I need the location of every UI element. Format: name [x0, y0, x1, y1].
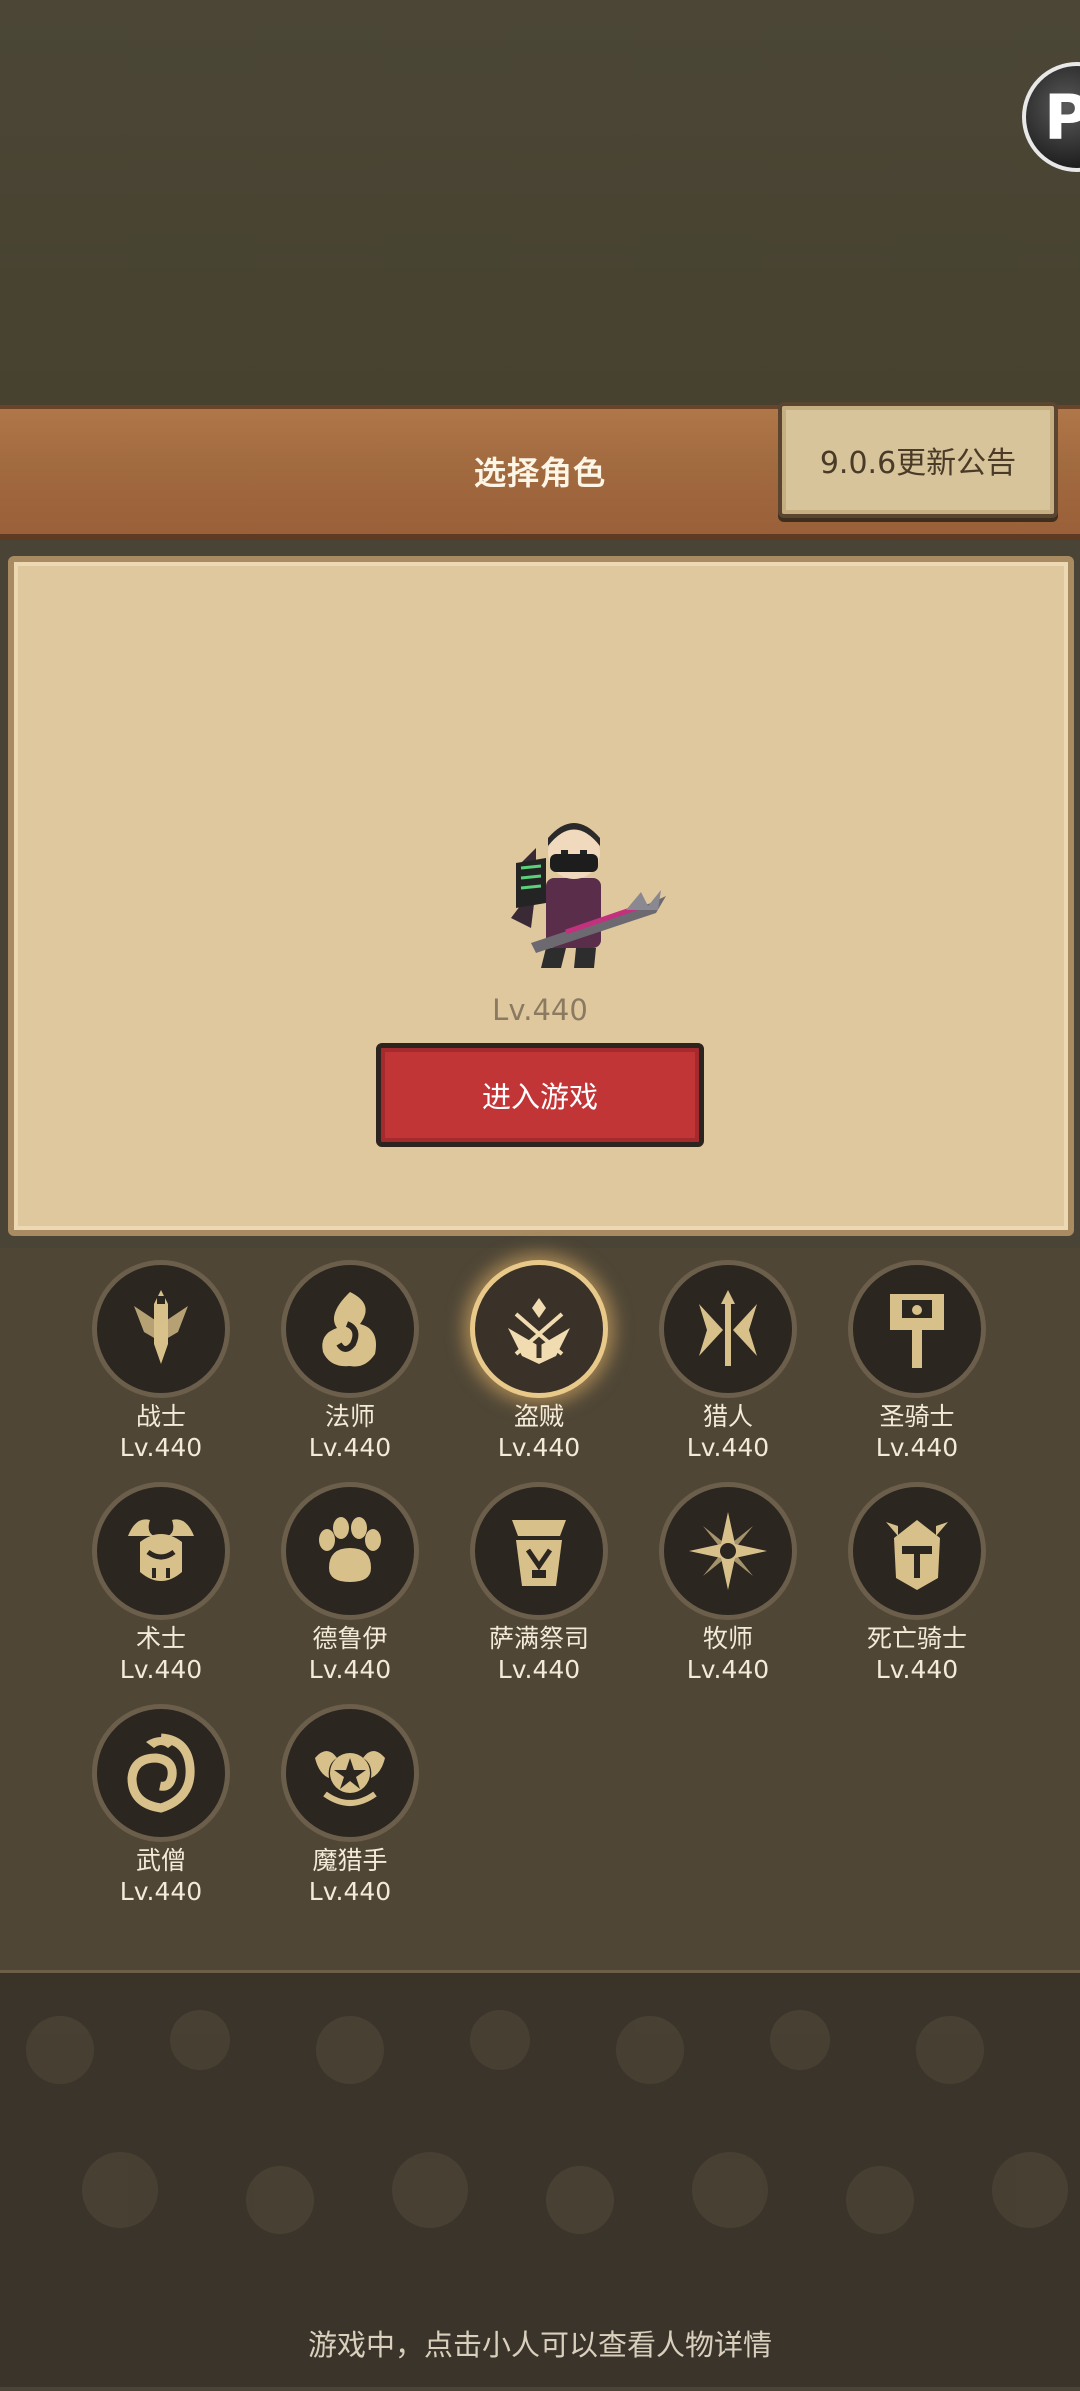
footer-hint: 游戏中，点击小人可以查看人物详情: [307, 2328, 772, 2362]
shaman-totem-icon: [470, 1482, 608, 1620]
top-backdrop: [0, 0, 1080, 405]
class-level: Lv.440: [119, 1655, 203, 1684]
update-notice-button[interactable]: 9.0.6更新公告: [778, 402, 1058, 518]
class-name: 法师: [324, 1402, 375, 1431]
class-death-knight[interactable]: 死亡骑士 Lv.440: [842, 1482, 992, 1686]
class-name: 德鲁伊: [312, 1624, 388, 1653]
class-warrior[interactable]: 战士 Lv.440: [86, 1260, 236, 1464]
class-name: 萨满祭司: [488, 1624, 589, 1653]
hunter-arrows-icon: [659, 1260, 797, 1398]
class-name: 魔猎手: [312, 1846, 388, 1875]
class-level: Lv.440: [119, 1877, 203, 1906]
hero-level: Lv.440: [492, 993, 588, 1027]
class-hunter[interactable]: 猎人 Lv.440: [653, 1260, 803, 1464]
priest-star-icon: [659, 1482, 797, 1620]
class-demon-hunter[interactable]: 魔猎手 Lv.440: [275, 1704, 425, 1908]
class-level: Lv.440: [686, 1655, 770, 1684]
class-level: Lv.440: [308, 1433, 392, 1462]
class-name: 盗贼: [513, 1402, 564, 1431]
class-level: Lv.440: [686, 1433, 770, 1462]
class-name: 武僧: [135, 1846, 186, 1875]
demonhunter-emblem-icon: [281, 1704, 419, 1842]
class-druid[interactable]: 德鲁伊 Lv.440: [275, 1482, 425, 1686]
warlock-skull-icon: [92, 1482, 230, 1620]
class-level: Lv.440: [308, 1877, 392, 1906]
class-level: Lv.440: [875, 1655, 959, 1684]
enter-game-button[interactable]: 进入游戏: [376, 1043, 704, 1147]
class-name: 牧师: [702, 1624, 753, 1653]
class-shaman[interactable]: 萨满祭司 Lv.440: [464, 1482, 614, 1686]
class-monk[interactable]: 武僧 Lv.440: [86, 1704, 236, 1908]
monk-swirl-icon: [92, 1704, 230, 1842]
mage-flame-icon: [281, 1260, 419, 1398]
hero-character[interactable]: [476, 808, 676, 978]
class-level: Lv.440: [497, 1655, 581, 1684]
class-level: Lv.440: [119, 1433, 203, 1462]
rogue-daggers-icon: [470, 1260, 608, 1398]
class-warlock[interactable]: 术士 Lv.440: [86, 1482, 236, 1686]
class-mage[interactable]: 法师 Lv.440: [275, 1260, 425, 1464]
warrior-sword-icon: [92, 1260, 230, 1398]
class-paladin[interactable]: 圣骑士 Lv.440: [842, 1260, 992, 1464]
class-rogue[interactable]: 盗贼 Lv.440: [464, 1260, 614, 1464]
class-name: 术士: [135, 1624, 186, 1653]
class-name: 战士: [135, 1402, 186, 1431]
class-level: Lv.440: [875, 1433, 959, 1462]
class-level: Lv.440: [308, 1655, 392, 1684]
class-priest[interactable]: 牧师 Lv.440: [653, 1482, 803, 1686]
paladin-hammer-icon: [848, 1260, 986, 1398]
class-name: 死亡骑士: [866, 1624, 967, 1653]
class-name: 圣骑士: [879, 1402, 955, 1431]
deathknight-helm-icon: [848, 1482, 986, 1620]
druid-paw-icon: [281, 1482, 419, 1620]
class-level: Lv.440: [497, 1433, 581, 1462]
class-name: 猎人: [702, 1402, 753, 1431]
